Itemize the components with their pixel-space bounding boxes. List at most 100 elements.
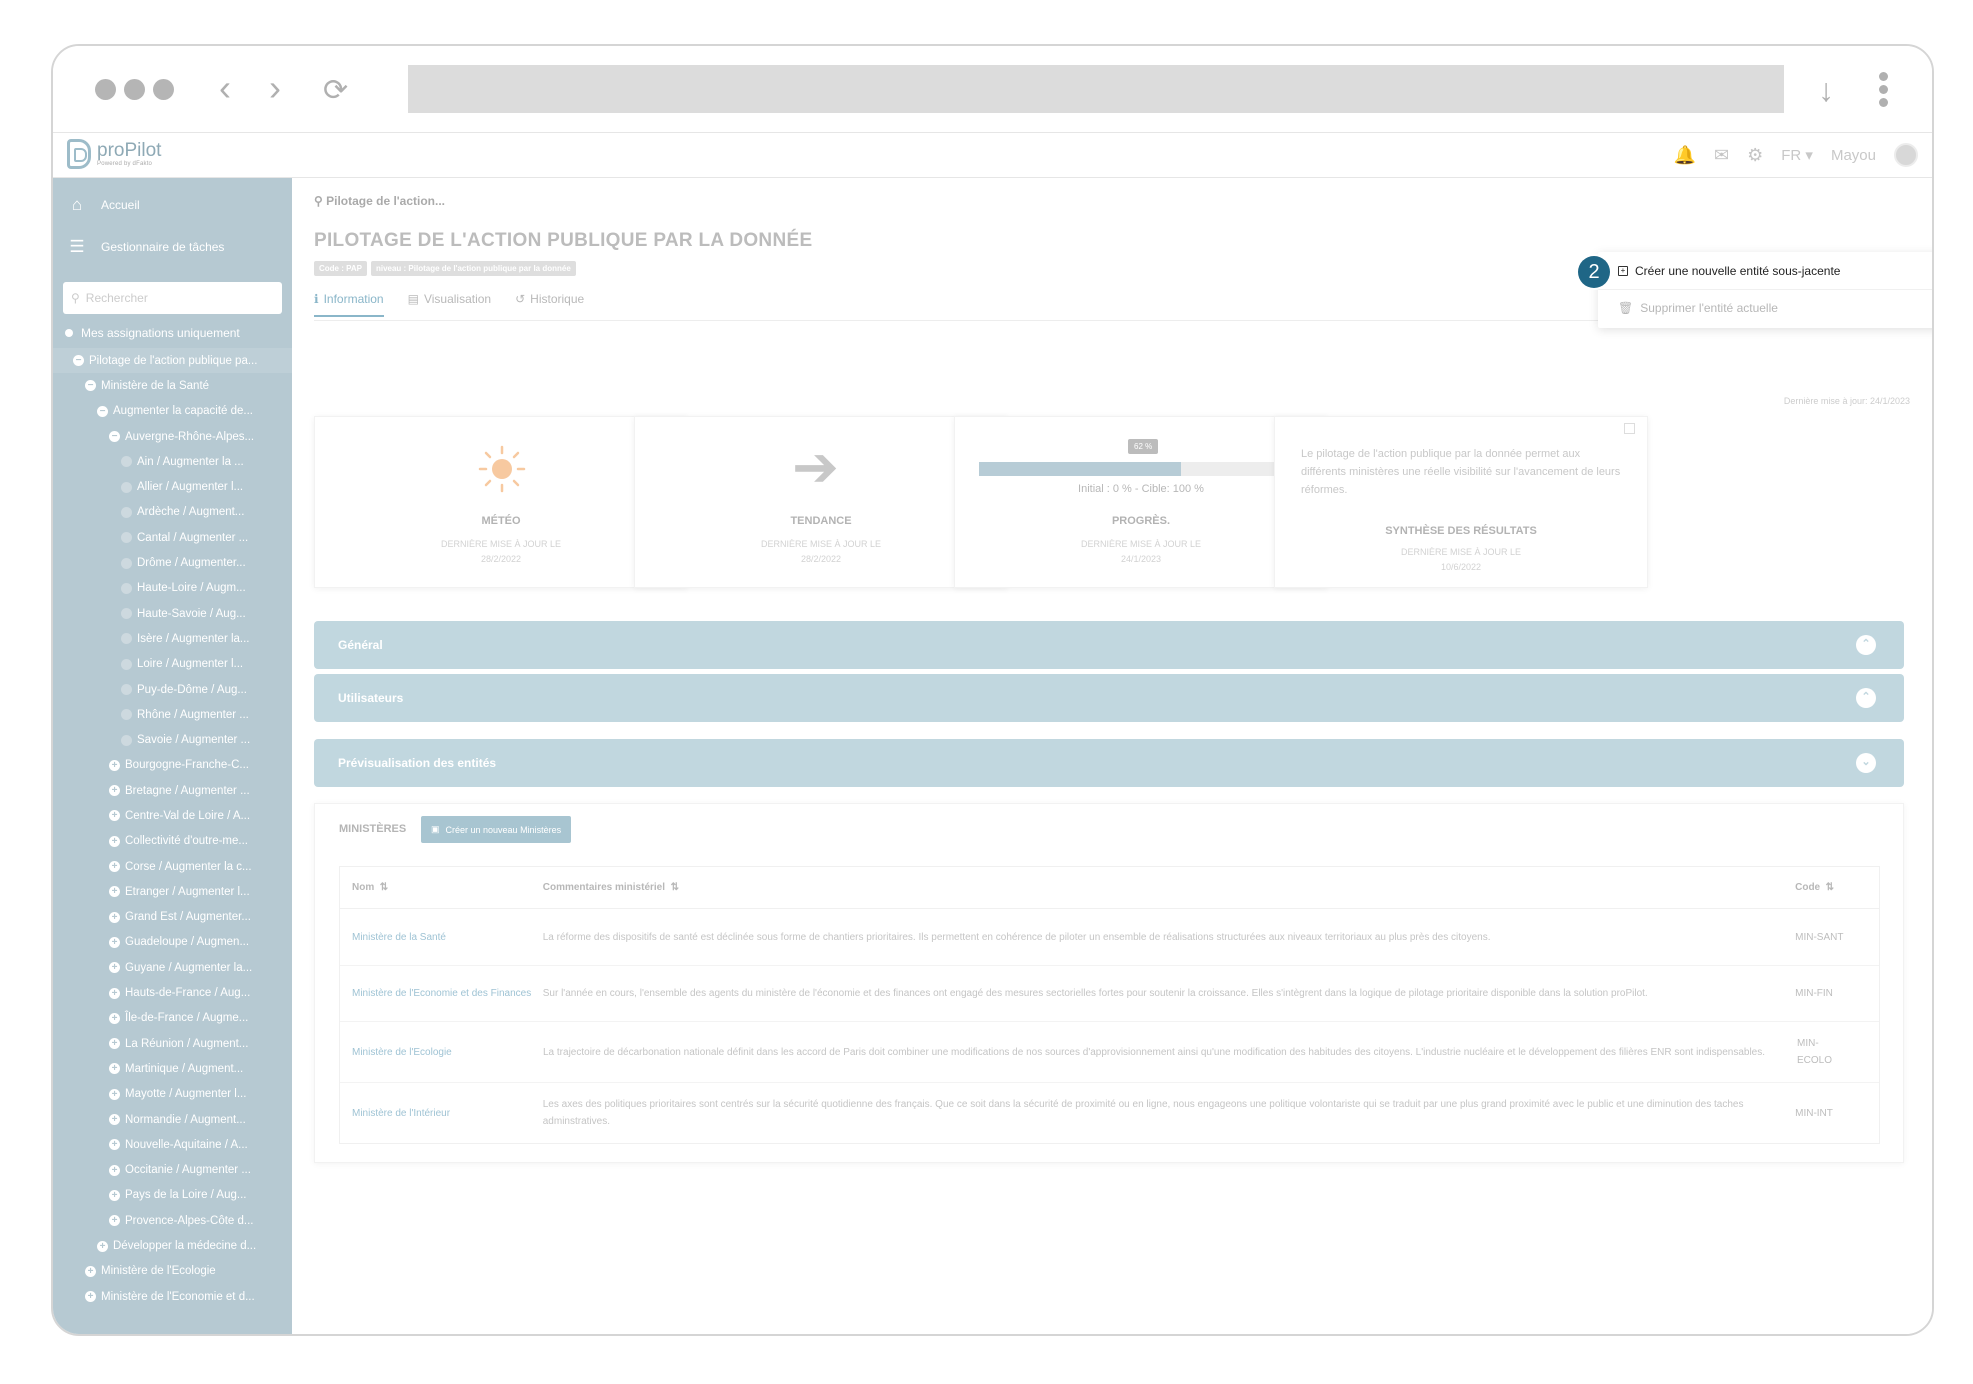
tree-node[interactable]: + Nouvelle-Aquitaine / A... xyxy=(53,1132,292,1157)
language-selector[interactable]: FR ▾ xyxy=(1781,146,1813,164)
column-header-nom[interactable]: Nom ⇅ xyxy=(340,882,543,893)
column-header-code[interactable]: Code ⇅ xyxy=(1791,882,1879,893)
expand-icon[interactable] xyxy=(1624,423,1635,434)
breadcrumb[interactable]: ⚲ Pilotage de l'action... xyxy=(314,194,445,208)
tree-node[interactable]: Savoie / Augmenter ... xyxy=(53,727,292,752)
only-assignments-toggle[interactable]: Mes assignations uniquement xyxy=(53,322,292,344)
tree-node[interactable]: + Occitanie / Augmenter ... xyxy=(53,1158,292,1183)
expand-icon[interactable]: + xyxy=(109,785,120,797)
tab-visualisation[interactable]: ▤ Visualisation xyxy=(408,292,492,317)
table-row[interactable]: Ministère de l'Intérieur Les axes des po… xyxy=(340,1083,1879,1143)
address-bar[interactable] xyxy=(408,65,1784,113)
tree-node[interactable]: + Pays de la Loire / Aug... xyxy=(53,1183,292,1208)
user-name[interactable]: Mayou xyxy=(1831,147,1876,164)
ministry-name-link[interactable]: Ministère de l'Intérieur xyxy=(340,1105,543,1122)
tree-node[interactable]: − Ministère de la Santé xyxy=(53,373,292,398)
ministry-name-link[interactable]: Ministère de l'Economie et des Finances xyxy=(340,985,543,1002)
panel-previsualisation[interactable]: Prévisualisation des entités ⌄ xyxy=(314,739,1904,787)
expand-icon[interactable]: + xyxy=(85,1291,96,1303)
ministry-name-link[interactable]: Ministère de l'Ecologie xyxy=(340,1044,543,1061)
expand-icon[interactable]: + xyxy=(109,1164,120,1176)
tendance-card[interactable]: ➔ TENDANCE DERNIÈRE MISE À JOUR LE 28/2/2… xyxy=(634,416,1008,588)
expand-icon[interactable]: + xyxy=(109,1012,120,1024)
tree-node[interactable]: Haute-Loire / Augm... xyxy=(53,576,292,601)
expand-icon[interactable]: + xyxy=(109,1038,120,1050)
tree-node[interactable]: Puy-de-Dôme / Aug... xyxy=(53,677,292,702)
expand-icon[interactable]: + xyxy=(97,1240,108,1252)
tree-node[interactable]: Ain / Augmenter la ... xyxy=(53,449,292,474)
expand-icon[interactable]: + xyxy=(109,1215,120,1227)
tree-node[interactable]: Rhône / Augmenter ... xyxy=(53,702,292,727)
table-row[interactable]: Ministère de la Santé La réforme des dis… xyxy=(340,909,1879,966)
tree-node[interactable]: + Bretagne / Augmenter ... xyxy=(53,778,292,803)
tree-node[interactable]: + Grand Est / Augmenter... xyxy=(53,905,292,930)
table-row[interactable]: Ministère de l'Ecologie La trajectoire d… xyxy=(340,1022,1879,1083)
meteo-card[interactable]: MÉTÉO DERNIÈRE MISE À JOUR LE 28/2/2022 xyxy=(314,416,688,588)
table-row[interactable]: Ministère de l'Economie et des Finances … xyxy=(340,966,1879,1022)
tree-node[interactable]: + Guadeloupe / Augmen... xyxy=(53,930,292,955)
tree-node[interactable]: + Mayotte / Augmenter l... xyxy=(53,1082,292,1107)
tree-node[interactable]: Drôme / Augmenter... xyxy=(53,550,292,575)
tree-node[interactable]: + Ministère de l'Ecologie xyxy=(53,1259,292,1284)
sidebar-item-tasks[interactable]: ☰ Gestionnaire de tâches xyxy=(53,226,292,268)
expand-icon[interactable]: + xyxy=(109,911,120,923)
tree-node[interactable]: + Guyane / Augmenter la... xyxy=(53,955,292,980)
expand-icon[interactable]: + xyxy=(109,1088,120,1100)
download-icon[interactable]: ↓ xyxy=(1818,72,1834,108)
tree-node[interactable]: − Auvergne-Rhône-Alpes... xyxy=(53,424,292,449)
tree-node[interactable]: + Etranger / Augmenter l... xyxy=(53,879,292,904)
collapse-icon[interactable]: − xyxy=(109,431,120,443)
forward-icon[interactable]: › xyxy=(269,70,281,106)
create-ministere-button[interactable]: ▣ Créer un nouveau Ministères xyxy=(421,816,572,843)
expand-icon[interactable]: + xyxy=(109,861,120,873)
tree-node[interactable]: + Provence-Alpes-Côte d... xyxy=(53,1208,292,1233)
tree-node[interactable]: + Ministère de l'Economie et d... xyxy=(53,1284,292,1309)
tree-node[interactable]: Allier / Augmenter l... xyxy=(53,474,292,499)
tab-information[interactable]: ℹ Information xyxy=(314,292,384,317)
create-child-entity-item[interactable]: + Créer une nouvelle entité sous-jacente xyxy=(1598,252,1932,289)
tree-node[interactable]: + Hauts-de-France / Aug... xyxy=(53,980,292,1005)
tree-node[interactable]: + Centre-Val de Loire / A... xyxy=(53,803,292,828)
expand-icon[interactable]: + xyxy=(109,936,120,948)
tree-node[interactable]: + Martinique / Augment... xyxy=(53,1056,292,1081)
tree-node[interactable]: Isère / Augmenter la... xyxy=(53,626,292,651)
chevron-down-icon[interactable]: ⌄ xyxy=(1856,753,1876,773)
bell-icon[interactable]: 🔔 xyxy=(1674,145,1696,166)
collapse-icon[interactable]: − xyxy=(85,380,96,392)
chevron-up-icon[interactable]: ⌃ xyxy=(1856,635,1876,655)
tree-node[interactable]: Haute-Savoie / Aug... xyxy=(53,601,292,626)
avatar[interactable] xyxy=(1894,143,1918,167)
tree-node[interactable]: − Augmenter la capacité de... xyxy=(53,399,292,424)
expand-icon[interactable]: + xyxy=(109,759,120,771)
tree-node[interactable]: + Normandie / Augment... xyxy=(53,1107,292,1132)
sidebar-search[interactable]: ⚲ Rechercher xyxy=(63,282,282,314)
tree-node[interactable]: + Collectivité d'outre-me... xyxy=(53,829,292,854)
sidebar-item-accueil[interactable]: ⌂ Accueil xyxy=(53,184,292,226)
expand-icon[interactable]: + xyxy=(109,1063,120,1075)
chevron-up-icon[interactable]: ⌃ xyxy=(1856,688,1876,708)
synthese-card[interactable]: Le pilotage de l'action publique par la … xyxy=(1274,416,1648,588)
expand-icon[interactable]: + xyxy=(109,1114,120,1126)
expand-icon[interactable]: + xyxy=(109,1189,120,1201)
back-icon[interactable]: ‹ xyxy=(219,70,231,106)
expand-icon[interactable]: + xyxy=(109,987,120,999)
reload-icon[interactable]: ⟳ xyxy=(323,73,348,109)
collapse-icon[interactable]: − xyxy=(73,355,84,367)
tree-node[interactable]: Cantal / Augmenter ... xyxy=(53,525,292,550)
delete-entity-item[interactable]: 🗑 Supprimer l'entité actuelle xyxy=(1598,289,1932,326)
tree-node[interactable]: + Île-de-France / Augme... xyxy=(53,1006,292,1031)
tree-node[interactable]: − Pilotage de l'action publique pa... xyxy=(53,348,292,374)
collapse-icon[interactable]: − xyxy=(97,405,108,417)
tree-node[interactable]: + Corse / Augmenter la c... xyxy=(53,854,292,879)
expand-icon[interactable]: + xyxy=(109,835,120,847)
expand-icon[interactable]: + xyxy=(109,886,120,898)
tree-node[interactable]: + La Réunion / Augment... xyxy=(53,1031,292,1056)
progres-card[interactable]: 62 % Initial : 0 % - Cible: 100 % PROGRÈ… xyxy=(954,416,1328,588)
expand-icon[interactable]: + xyxy=(109,1139,120,1151)
expand-icon[interactable]: + xyxy=(109,810,120,822)
column-header-commentaires[interactable]: Commentaires ministériel ⇅ xyxy=(543,882,1791,893)
mail-icon[interactable]: ✉ xyxy=(1714,145,1729,166)
panel-general[interactable]: Général ⌃ xyxy=(314,621,1904,669)
ministry-name-link[interactable]: Ministère de la Santé xyxy=(340,929,543,946)
tree-node[interactable]: + Bourgogne-Franche-C... xyxy=(53,753,292,778)
